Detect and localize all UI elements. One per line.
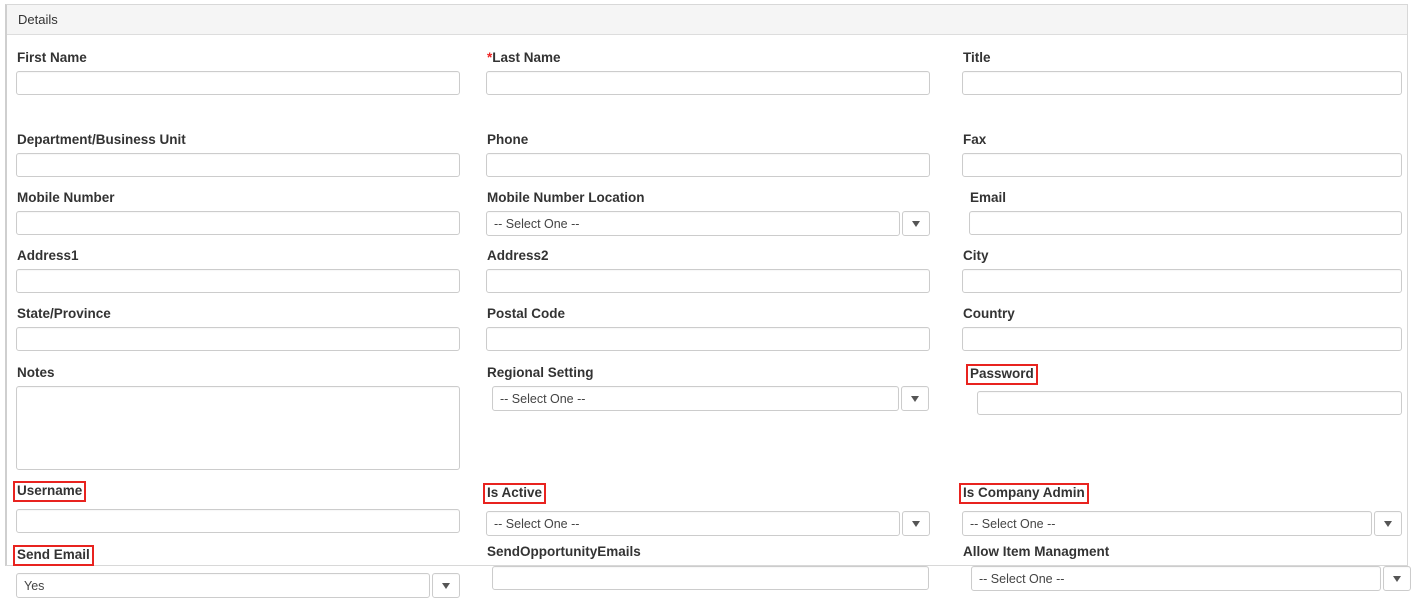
is-active-dropdown-button[interactable] — [902, 511, 930, 536]
notes-label: Notes — [17, 365, 55, 380]
first-name-input[interactable] — [16, 71, 460, 95]
postal-code-input[interactable] — [486, 327, 930, 351]
is-active-value[interactable]: -- Select One -- — [486, 511, 900, 536]
email-label: Email — [970, 190, 1007, 205]
send-opportunity-emails-label: SendOpportunityEmails — [487, 544, 641, 559]
field-postal-code: Postal Code — [486, 305, 930, 351]
is-active-select[interactable]: -- Select One -- — [486, 511, 930, 536]
city-input[interactable] — [962, 269, 1402, 293]
field-phone: Phone — [486, 131, 930, 177]
field-is-company-admin: Is Company Admin -- Select One -- — [959, 483, 1402, 536]
field-first-name: First Name — [16, 49, 460, 95]
chevron-down-icon — [1384, 520, 1392, 527]
is-company-admin-value[interactable]: -- Select One -- — [962, 511, 1372, 536]
field-allow-item-management: Allow Item Managment -- Select One -- — [962, 543, 1411, 591]
mobile-number-location-label: Mobile Number Location — [487, 190, 645, 205]
chevron-down-icon — [912, 520, 920, 527]
last-name-label-text: Last Name — [492, 50, 561, 65]
regional-setting-dropdown-button[interactable] — [901, 386, 929, 411]
mobile-number-location-value[interactable]: -- Select One -- — [486, 211, 900, 236]
country-label: Country — [963, 306, 1015, 321]
address1-input[interactable] — [16, 269, 460, 293]
is-company-admin-label: Is Company Admin — [959, 483, 1089, 504]
city-label: City — [963, 248, 989, 263]
field-username: Username — [13, 481, 460, 533]
username-input[interactable] — [16, 509, 460, 533]
send-email-label: Send Email — [13, 545, 94, 566]
allow-item-management-dropdown-button[interactable] — [1383, 566, 1411, 591]
postal-code-label: Postal Code — [487, 306, 566, 321]
field-city: City — [962, 247, 1402, 293]
field-send-email: Send Email Yes — [13, 545, 460, 598]
email-input[interactable] — [969, 211, 1402, 235]
is-company-admin-select[interactable]: -- Select One -- — [962, 511, 1402, 536]
allow-item-management-value[interactable]: -- Select One -- — [971, 566, 1381, 591]
send-email-value[interactable]: Yes — [16, 573, 430, 598]
country-input[interactable] — [962, 327, 1402, 351]
field-state-province: State/Province — [16, 305, 460, 351]
phone-input[interactable] — [486, 153, 930, 177]
password-input[interactable] — [977, 391, 1402, 415]
mobile-number-location-select[interactable]: -- Select One -- — [486, 211, 930, 236]
send-email-select[interactable]: Yes — [16, 573, 460, 598]
address2-input[interactable] — [486, 269, 930, 293]
address1-label: Address1 — [17, 248, 79, 263]
field-department: Department/Business Unit — [16, 131, 460, 177]
page-title: Details — [18, 12, 58, 27]
field-is-active: Is Active -- Select One -- — [483, 483, 930, 536]
field-mobile-number: Mobile Number — [16, 189, 460, 235]
allow-item-management-select[interactable]: -- Select One -- — [971, 566, 1411, 591]
field-notes: Notes — [16, 364, 460, 470]
field-address2: Address2 — [486, 247, 930, 293]
field-last-name: *Last Name — [486, 49, 930, 95]
details-panel: Details First Name *Last Name Title Depa… — [5, 4, 1411, 598]
department-input[interactable] — [16, 153, 460, 177]
panel-body: First Name *Last Name Title Department/B… — [7, 35, 1411, 598]
regional-setting-label: Regional Setting — [487, 365, 594, 380]
allow-item-management-label: Allow Item Managment — [963, 544, 1110, 559]
field-send-opportunity-emails: SendOpportunityEmails — [486, 543, 929, 590]
notes-textarea[interactable] — [16, 386, 460, 470]
last-name-label: *Last Name — [486, 50, 562, 66]
field-regional-setting: Regional Setting -- Select One -- — [486, 364, 929, 411]
phone-label: Phone — [487, 132, 529, 147]
is-company-admin-dropdown-button[interactable] — [1374, 511, 1402, 536]
mobile-number-label: Mobile Number — [17, 190, 115, 205]
password-label: Password — [966, 364, 1038, 385]
field-country: Country — [962, 305, 1402, 351]
state-province-label: State/Province — [17, 306, 111, 321]
mobile-number-input[interactable] — [16, 211, 460, 235]
fax-input[interactable] — [962, 153, 1402, 177]
first-name-label: First Name — [17, 50, 87, 65]
chevron-down-icon — [912, 220, 920, 227]
field-title: Title — [962, 49, 1402, 95]
address2-label: Address2 — [487, 248, 549, 263]
chevron-down-icon — [911, 395, 919, 402]
fax-label: Fax — [963, 132, 987, 147]
chevron-down-icon — [442, 582, 450, 589]
field-email: Email — [969, 189, 1402, 235]
regional-setting-select[interactable]: -- Select One -- — [492, 386, 929, 411]
mobile-number-location-dropdown-button[interactable] — [902, 211, 930, 236]
field-address1: Address1 — [16, 247, 460, 293]
last-name-input[interactable] — [486, 71, 930, 95]
chevron-down-icon — [1393, 575, 1401, 582]
panel-header: Details — [7, 5, 1407, 35]
title-input[interactable] — [962, 71, 1402, 95]
department-label: Department/Business Unit — [17, 132, 186, 147]
title-label: Title — [963, 50, 991, 65]
regional-setting-value[interactable]: -- Select One -- — [492, 386, 899, 411]
field-fax: Fax — [962, 131, 1402, 177]
username-label: Username — [13, 481, 87, 502]
state-province-input[interactable] — [16, 327, 460, 351]
send-opportunity-emails-input[interactable] — [492, 566, 929, 590]
send-email-dropdown-button[interactable] — [432, 573, 460, 598]
is-active-label: Is Active — [483, 483, 547, 504]
field-password: Password — [966, 364, 1402, 415]
field-mobile-number-location: Mobile Number Location -- Select One -- — [486, 189, 930, 236]
